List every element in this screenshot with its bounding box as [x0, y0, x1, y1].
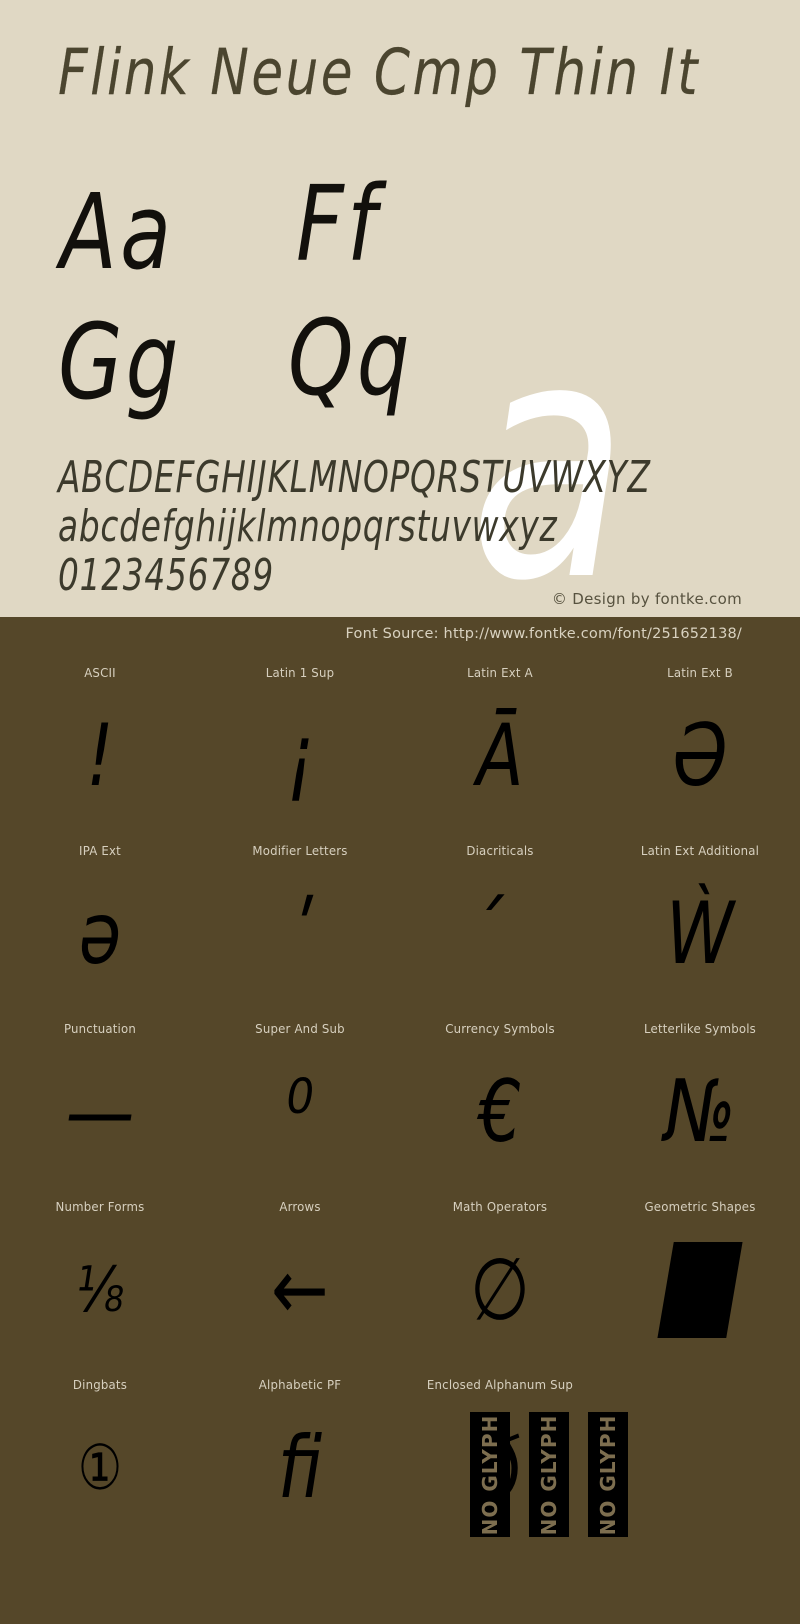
unicode-block-label: Math Operators: [452, 1199, 548, 1214]
unicode-block-sample-glyph: !: [86, 706, 114, 806]
unicode-block-label: Punctuation: [63, 1021, 137, 1036]
unicode-block-cell: Latin Ext B Ə: [600, 653, 800, 831]
no-glyph-box: NO GLYPH: [470, 1412, 510, 1537]
unicode-block-label: Number Forms: [55, 1199, 145, 1214]
unicode-block-cell: Alphabetic PF ﬁ: [200, 1365, 400, 1543]
unicode-block-sample-glyph: ⅛: [75, 1253, 125, 1326]
unicode-block-sample-glyph: ¡: [286, 706, 314, 806]
unicode-block-cell: Letterlike Symbols №: [600, 1009, 800, 1187]
unicode-block-sample-glyph: №: [664, 1062, 736, 1162]
specimen-preview-panel: Flink Neue Cmp Thin It Aa Ff Gg Qq a ABC…: [0, 0, 800, 617]
alphabet-display: ABCDEFGHIJKLMNOPQRSTUVWXYZ abcdefghijklm…: [58, 452, 778, 601]
unicode-block-label: Currency Symbols: [445, 1021, 555, 1036]
unicode-block-cell: Super And Sub ⁰: [200, 1009, 400, 1187]
unicode-block-label: Letterlike Symbols: [643, 1021, 757, 1036]
unicode-block-label: Enclosed Alphanum Sup: [426, 1377, 574, 1392]
unicode-block-cell: Latin Ext Additional Ẁ: [600, 831, 800, 1009]
font-source-link[interactable]: Font Source: http://www.fontke.com/font/…: [345, 626, 742, 642]
letter-pair-ff: Ff: [296, 163, 380, 285]
parallelogram-shape-icon: [657, 1242, 743, 1338]
unicode-block-label: Latin 1 Sup: [265, 665, 335, 680]
unicode-block-sample-glyph: ∅: [470, 1240, 530, 1340]
unicode-block-cell: IPA Ext ə: [0, 831, 200, 1009]
font-specimen-page: Flink Neue Cmp Thin It Aa Ff Gg Qq a ABC…: [0, 0, 800, 1624]
unicode-block-label: Modifier Letters: [252, 843, 348, 858]
unicode-block-sample-glyph: [620, 1215, 780, 1365]
unicode-block-sample-glyph: Ā: [476, 706, 524, 806]
no-glyph-group: NO GLYPH NO GLYPH NO GLYPH: [470, 1412, 628, 1537]
alphabet-lowercase: abcdefghijklmnopqrstuvwxyz: [58, 500, 558, 552]
unicode-block-label: Diacriticals: [466, 843, 534, 858]
unicode-block-cell: Punctuation —: [0, 1009, 200, 1187]
no-glyph-box: NO GLYPH: [588, 1412, 628, 1537]
no-glyph-box: NO GLYPH: [529, 1412, 569, 1537]
unicode-block-sample-glyph: ﬁ: [277, 1418, 323, 1518]
letter-pair-showcase: Aa Ff Gg Qq a: [0, 150, 800, 617]
unicode-block-label: ASCII: [84, 665, 116, 680]
unicode-block-sample-glyph: [620, 1393, 780, 1543]
unicode-block-sample-glyph: ə: [78, 884, 122, 984]
no-glyph-label: NO GLYPH: [596, 1414, 620, 1535]
unicode-block-cell: Dingbats ①: [0, 1365, 200, 1543]
unicode-block-label: Super And Sub: [255, 1021, 345, 1036]
unicode-block-sample-glyph: Ə: [672, 706, 728, 806]
unicode-block-cell: Arrows ←: [200, 1187, 400, 1365]
unicode-block-label: Arrows: [279, 1199, 321, 1214]
unicode-block-sample-glyph: €: [478, 1062, 522, 1162]
unicode-blocks-panel: Font Source: http://www.fontke.com/font/…: [0, 617, 800, 1624]
unicode-block-cell: Latin 1 Sup ¡: [200, 653, 400, 831]
unicode-block-sample-glyph: ́: [420, 859, 580, 1009]
unicode-block-cell: Currency Symbols €: [400, 1009, 600, 1187]
unicode-block-grid: ASCII! Latin 1 Sup ¡ Latin Ext A Ā Latin Ext …: [0, 653, 800, 1543]
unicode-block-cell: Modifier Letters ʹ: [200, 831, 400, 1009]
font-title: Flink Neue Cmp Thin It: [58, 36, 700, 109]
unicode-block-cell: Math Operators ∅: [400, 1187, 600, 1365]
unicode-block-sample-glyph: ʹ: [290, 884, 310, 984]
alphabet-digits: 0123456789: [58, 549, 275, 601]
letter-pair-aa: Aa: [60, 171, 175, 293]
unicode-block-cell: ASCII!: [0, 653, 200, 831]
unicode-block-cell: Latin Ext A Ā: [400, 653, 600, 831]
unicode-block-label: IPA Ext: [79, 843, 121, 858]
letter-pair-gg: Gg: [58, 301, 182, 423]
no-glyph-label: NO GLYPH: [478, 1414, 502, 1535]
unicode-block-cell: Geometric Shapes: [600, 1187, 800, 1365]
copyright-notice: © Design by fontke.com: [551, 590, 742, 608]
no-glyph-label: NO GLYPH: [537, 1414, 561, 1535]
unicode-block-cell: Diacriticalś: [400, 831, 600, 1009]
alphabet-uppercase: ABCDEFGHIJKLMNOPQRSTUVWXYZ: [58, 452, 651, 503]
unicode-block-sample-glyph: Ẁ: [665, 884, 735, 984]
unicode-block-label: Latin Ext A: [467, 665, 533, 680]
unicode-block-sample-glyph: ⁰: [286, 1062, 314, 1162]
unicode-block-sample-glyph: —: [65, 1062, 135, 1162]
unicode-block-sample-glyph: ←: [271, 1240, 329, 1340]
unicode-block-label: Latin Ext B: [667, 665, 733, 680]
unicode-block-cell: Number Forms ⅛: [0, 1187, 200, 1365]
unicode-block-label: Dingbats: [72, 1377, 128, 1392]
unicode-block-label: Latin Ext Additional: [640, 843, 760, 858]
unicode-block-label: Geometric Shapes: [644, 1199, 756, 1214]
letter-pair-qq: Qq: [288, 297, 413, 419]
unicode-block-sample-glyph: ①: [77, 1431, 123, 1504]
unicode-block-cell: [600, 1365, 800, 1543]
unicode-block-label: Alphabetic PF: [258, 1377, 342, 1392]
